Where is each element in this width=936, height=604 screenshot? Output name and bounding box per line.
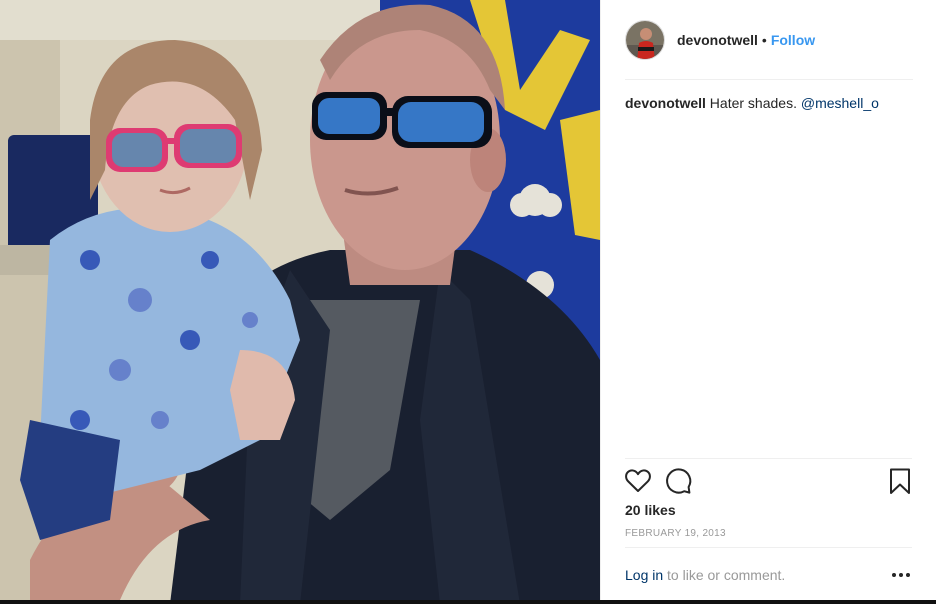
speech-bubble-icon[interactable] — [663, 466, 693, 496]
username-link[interactable]: devonotwell — [677, 32, 758, 48]
instagram-post: devonotwell • Follow devonotwell Hater s… — [0, 0, 936, 604]
caption-text: Hater shades. — [709, 95, 797, 111]
bottom-edge — [0, 600, 936, 604]
avatar-image — [626, 21, 664, 59]
avatar[interactable] — [625, 20, 665, 60]
post-header: devonotwell • Follow — [601, 0, 936, 80]
post-photo[interactable] — [0, 0, 600, 604]
caption-mention[interactable]: @meshell_o — [801, 95, 879, 111]
login-link[interactable]: Log in — [625, 567, 663, 583]
bookmark-icon[interactable] — [885, 466, 915, 496]
footer-divider — [625, 547, 912, 548]
post-date[interactable]: FEBRUARY 19, 2013 — [625, 528, 726, 539]
ellipsis-icon[interactable] — [890, 566, 912, 584]
header-divider — [625, 79, 913, 80]
login-prompt: Log in to like or comment. — [625, 567, 915, 583]
action-bar — [623, 466, 915, 498]
login-prompt-text: to like or comment. — [663, 567, 786, 583]
actions-divider — [625, 458, 912, 459]
heart-outline-icon[interactable] — [623, 466, 653, 496]
likes-count[interactable]: 20 likes — [625, 502, 676, 518]
caption: devonotwell Hater shades. @meshell_o — [625, 94, 915, 112]
post-side-panel: devonotwell • Follow devonotwell Hater s… — [600, 0, 936, 604]
follow-button[interactable]: Follow — [771, 32, 815, 48]
caption-username[interactable]: devonotwell — [625, 95, 706, 111]
photo-illustration — [0, 0, 600, 604]
header-separator: • — [761, 32, 767, 48]
